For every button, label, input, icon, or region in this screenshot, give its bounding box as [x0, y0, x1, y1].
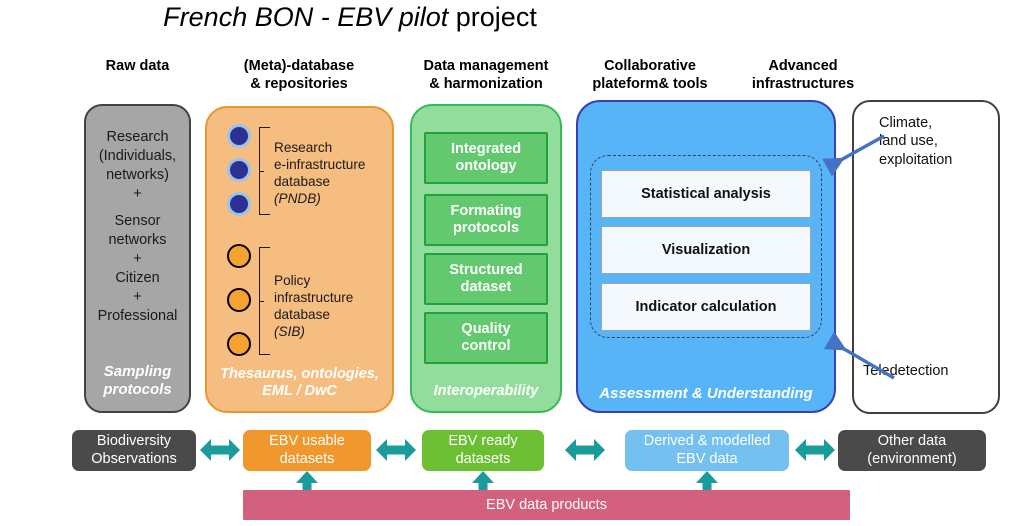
meta-label-line: Research — [274, 140, 333, 155]
green-box-label: Integrated ontology — [450, 140, 522, 174]
raw-line: Sensor — [114, 213, 161, 230]
meta-database-label-1: Research e-infrastructure database (PNDB… — [274, 139, 392, 208]
database-node-icon — [227, 192, 251, 216]
infra-line: Climate, — [879, 115, 933, 131]
meta-label-line: database — [274, 174, 330, 190]
column-header-line1: Collaborative — [604, 58, 696, 74]
page-title-italic: French BON - EBV pilot — [163, 2, 449, 32]
meta-label-sub: (SIB) — [274, 324, 305, 340]
meta-database-footer: Thesaurus, ontologies, EML / DwC — [205, 366, 394, 401]
green-box-label: Quality control — [461, 320, 511, 354]
page-title-regular: project — [448, 2, 537, 32]
raw-footer-line1: Sampling — [103, 363, 172, 380]
meta-footer-line1: Thesaurus, ontologies, — [220, 366, 379, 382]
green-box-structured-dataset[interactable]: Structured dataset — [424, 253, 548, 305]
database-node-icon — [227, 332, 251, 356]
data-management-footer: Interoperability — [433, 383, 539, 399]
raw-line: Research — [106, 129, 169, 145]
double-arrow-horizontal-icon — [376, 439, 416, 461]
meta-footer-line2: EML / DwC — [262, 383, 337, 400]
column-header-line1: Advanced — [768, 58, 838, 74]
collaborative-platform-footer: Assessment & Understanding — [599, 385, 813, 402]
meta-label-line: database — [274, 307, 330, 323]
page-title: French BON - EBV pilot project — [0, 2, 700, 33]
raw-data-content: Research (Individuals, networks) + Senso… — [84, 128, 191, 325]
raw-line: Professional — [97, 307, 178, 324]
chip-label: Biodiversity Observations — [91, 433, 177, 467]
green-box-quality-control[interactable]: Quality control — [424, 312, 548, 364]
meta-label-line: e-infrastructure — [274, 157, 366, 173]
raw-line: networks) — [106, 166, 169, 183]
raw-line: (Individuals, — [98, 147, 177, 164]
bracket-tick-2 — [259, 301, 264, 302]
bracket-tick-1 — [259, 171, 264, 172]
database-node-icon — [227, 244, 251, 268]
infra-line: exploitation — [879, 151, 953, 168]
chip-label: Other data (environment) — [867, 433, 957, 467]
raw-line: networks — [108, 232, 167, 249]
column-header-line2: & repositories — [250, 75, 348, 92]
raw-line: Citizen — [115, 269, 160, 286]
column-header-line1: Raw data — [105, 58, 170, 74]
raw-line: + — [133, 185, 142, 202]
chip-biodiversity-observations[interactable]: Biodiversity Observations — [72, 430, 196, 471]
tool-statistical-analysis[interactable]: Statistical analysis — [601, 170, 811, 218]
green-box-label: Structured dataset — [449, 261, 523, 295]
column-header-collaborative-platform: Collaborative plateform& tools — [576, 58, 724, 93]
green-box-formating-protocols[interactable]: Formating protocols — [424, 194, 548, 246]
column-header-meta-database: (Meta)-database & repositories — [200, 58, 398, 93]
column-header-line2: infrastructures — [751, 75, 855, 92]
chip-label: EBV ready datasets — [448, 433, 518, 467]
column-header-line1: (Meta)-database — [243, 58, 355, 74]
raw-line: + — [133, 251, 142, 268]
ebv-data-products-label: EBV data products — [486, 497, 607, 513]
meta-label-line: infrastructure — [274, 290, 354, 306]
chip-derived-modelled-ebv-data[interactable]: Derived & modelled EBV data — [625, 430, 789, 471]
raw-data-footer: Sampling protocols — [84, 363, 191, 399]
chip-label: Derived & modelled EBV data — [643, 433, 771, 467]
raw-spacer — [84, 203, 191, 212]
tool-visualization[interactable]: Visualization — [601, 226, 811, 274]
meta-label-sub: (PNDB) — [274, 191, 321, 207]
meta-label-line: Policy — [274, 273, 311, 288]
infrastructure-climate-label: Climate, land use, exploitation — [879, 114, 997, 169]
chip-other-data-environment[interactable]: Other data (environment) — [838, 430, 986, 471]
column-header-line1: Data management — [423, 58, 549, 74]
raw-line: + — [133, 288, 142, 305]
raw-footer-line2: protocols — [103, 381, 172, 398]
infra-line: land use, — [879, 133, 938, 150]
chip-ebv-usable-datasets[interactable]: EBV usable datasets — [243, 430, 371, 471]
double-arrow-horizontal-icon — [795, 439, 835, 461]
ebv-data-products-bar[interactable]: EBV data products — [243, 490, 850, 520]
column-header-line2: & harmonization — [429, 75, 543, 92]
chip-ebv-ready-datasets[interactable]: EBV ready datasets — [422, 430, 544, 471]
double-arrow-horizontal-icon — [200, 439, 240, 461]
column-header-line2: plateform& tools — [592, 75, 708, 92]
green-box-integrated-ontology[interactable]: Integrated ontology — [424, 132, 548, 184]
database-node-icon — [227, 158, 251, 182]
green-box-label: Formating protocols — [450, 202, 522, 236]
column-header-raw-data: Raw data — [84, 58, 191, 76]
database-node-icon — [227, 124, 251, 148]
meta-database-label-2: Policy infrastructure database (SIB) — [274, 272, 392, 341]
diagram-canvas: French BON - EBV pilot project Raw data … — [0, 0, 1010, 526]
infrastructure-teledetection-label: Teledetection — [863, 363, 949, 379]
column-header-advanced-infrastructures: Advanced infrastructures — [732, 58, 874, 93]
chip-label: EBV usable datasets — [269, 433, 345, 467]
column-header-data-management: Data management & harmonization — [400, 58, 572, 93]
tool-indicator-calculation[interactable]: Indicator calculation — [601, 283, 811, 331]
database-node-icon — [227, 288, 251, 312]
double-arrow-horizontal-icon — [565, 439, 605, 461]
